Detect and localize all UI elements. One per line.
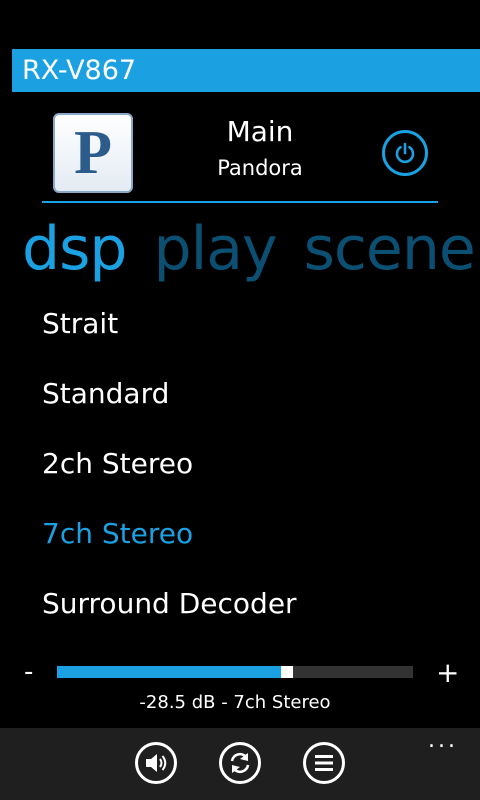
zone-name: Main bbox=[226, 115, 294, 148]
refresh-icon bbox=[230, 752, 250, 774]
app-title-bar: RX-V867 bbox=[12, 49, 480, 92]
volume-up-button[interactable]: + bbox=[436, 656, 459, 689]
more-options-button[interactable]: ... bbox=[428, 728, 458, 753]
power-icon bbox=[395, 142, 415, 164]
logo-letter: P bbox=[74, 118, 112, 187]
speaker-icon bbox=[146, 754, 167, 772]
header-divider bbox=[42, 201, 438, 203]
volume-slider-thumb[interactable] bbox=[281, 666, 293, 678]
list-icon bbox=[315, 755, 333, 771]
volume-status: -28.5 dB - 7ch Stereo bbox=[139, 692, 331, 713]
dsp-item-7ch-stereo[interactable]: 7ch Stereo bbox=[42, 514, 297, 584]
volume-slider[interactable] bbox=[57, 666, 413, 678]
mute-button[interactable] bbox=[135, 742, 177, 784]
pivot-item-scene[interactable]: scene bbox=[304, 214, 476, 284]
pivot-item-dsp[interactable]: dsp bbox=[22, 214, 127, 284]
dsp-item-2ch-stereo[interactable]: 2ch Stereo bbox=[42, 444, 297, 514]
list-button[interactable] bbox=[303, 742, 345, 784]
pivot-item-play[interactable]: play bbox=[154, 214, 278, 284]
refresh-button[interactable] bbox=[219, 742, 261, 784]
volume-slider-fill bbox=[57, 666, 281, 678]
dsp-item-surround-decoder[interactable]: Surround Decoder bbox=[42, 584, 297, 654]
dsp-list: Strait Standard 2ch Stereo 7ch Stereo Su… bbox=[42, 304, 297, 654]
dsp-item-standard[interactable]: Standard bbox=[42, 374, 297, 444]
app-bar: ... bbox=[0, 728, 480, 800]
pandora-logo: P bbox=[53, 113, 133, 193]
pivot-header: dsp play scene bbox=[22, 208, 480, 290]
source-name: Pandora bbox=[217, 156, 303, 180]
volume-down-button[interactable]: - bbox=[24, 657, 33, 687]
dsp-item-strait[interactable]: Strait bbox=[42, 304, 297, 374]
power-button[interactable] bbox=[382, 130, 428, 176]
app-title: RX-V867 bbox=[22, 55, 137, 86]
